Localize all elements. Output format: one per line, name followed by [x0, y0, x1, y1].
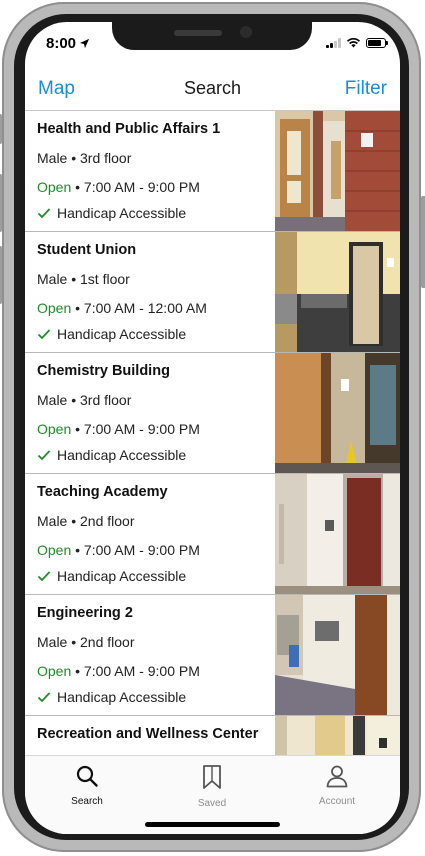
location-arrow-icon: [79, 38, 90, 49]
location-name: Health and Public Affairs 1: [37, 121, 221, 137]
location-photo[interactable]: [275, 474, 400, 594]
location-hours: Open • 7:00 AM - 12:00 AM: [37, 300, 207, 316]
list-item[interactable]: Student Union Male • 1st floor Open • 7:…: [25, 232, 400, 353]
wifi-icon: [346, 37, 361, 48]
list-item[interactable]: Teaching Academy Male • 2nd floor Open •…: [25, 474, 400, 595]
location-floor: Male • 3rd floor: [37, 392, 132, 408]
location-hours: Open • 7:00 AM - 9:00 PM: [37, 542, 200, 558]
checkmark-icon: [37, 692, 51, 703]
accessibility-label: Handicap Accessible: [57, 326, 187, 342]
location-floor: Male • 2nd floor: [37, 634, 135, 650]
accessibility-info: Handicap Accessible: [37, 447, 186, 463]
list-item[interactable]: Recreation and Wellness Center: [25, 716, 400, 756]
tab-label: Search: [71, 796, 103, 807]
speaker: [174, 30, 222, 36]
location-hours: Open • 7:00 AM - 9:00 PM: [37, 421, 200, 437]
location-name: Teaching Academy: [37, 484, 168, 500]
location-hours: Open • 7:00 AM - 9:00 PM: [37, 663, 200, 679]
location-photo[interactable]: [275, 111, 400, 231]
front-camera: [240, 26, 252, 38]
location-hours: Open • 7:00 AM - 9:00 PM: [37, 179, 200, 195]
screen: 8:00 Map Search Filter Health and Public…: [25, 22, 400, 834]
hours-text: • 7:00 AM - 9:00 PM: [71, 179, 200, 195]
power-button: [421, 196, 425, 288]
list-item[interactable]: Chemistry Building Male • 3rd floor Open…: [25, 353, 400, 474]
home-indicator[interactable]: [145, 822, 280, 827]
battery-icon: [366, 37, 388, 48]
status-time-text: 8:00: [46, 35, 77, 52]
tab-account[interactable]: Account: [287, 764, 387, 807]
accessibility-info: Handicap Accessible: [37, 689, 186, 705]
accessibility-info: Handicap Accessible: [37, 205, 186, 221]
location-name: Chemistry Building: [37, 363, 170, 379]
checkmark-icon: [37, 571, 51, 582]
navigation-bar: Map Search Filter: [25, 66, 400, 110]
open-status: Open: [37, 300, 72, 316]
accessibility-label: Handicap Accessible: [57, 447, 187, 463]
location-photo[interactable]: [275, 595, 400, 715]
location-floor: Male • 1st floor: [37, 271, 130, 287]
hours-text: • 7:00 AM - 9:00 PM: [71, 421, 200, 437]
list-item[interactable]: Engineering 2 Male • 2nd floor Open • 7:…: [25, 595, 400, 716]
location-name: Engineering 2: [37, 605, 133, 621]
location-photo[interactable]: [275, 232, 400, 352]
location-name: Recreation and Wellness Center: [37, 726, 259, 742]
open-status: Open: [37, 421, 72, 437]
hours-text: • 7:00 AM - 9:00 PM: [71, 663, 200, 679]
checkmark-icon: [37, 208, 51, 219]
accessibility-info: Handicap Accessible: [37, 568, 186, 584]
notch: [112, 22, 312, 50]
restroom-list[interactable]: Health and Public Affairs 1 Male • 3rd f…: [25, 110, 400, 756]
status-indicators: [326, 37, 388, 48]
hours-text: • 7:00 AM - 12:00 AM: [71, 300, 207, 316]
accessibility-info: Handicap Accessible: [37, 326, 186, 342]
cellular-signal-icon: [326, 37, 341, 48]
page-title: Search: [183, 78, 242, 98]
open-status: Open: [37, 179, 72, 195]
accessibility-label: Handicap Accessible: [57, 568, 187, 584]
accessibility-label: Handicap Accessible: [57, 205, 187, 221]
bookmark-icon: [203, 765, 221, 789]
tab-saved[interactable]: Saved: [162, 764, 262, 809]
filter-button[interactable]: Filter: [345, 78, 387, 100]
hours-text: • 7:00 AM - 9:00 PM: [71, 542, 200, 558]
location-floor: Male • 2nd floor: [37, 513, 135, 529]
location-name: Student Union: [37, 242, 137, 258]
location-photo[interactable]: [275, 716, 400, 756]
tab-search[interactable]: Search: [37, 764, 137, 807]
status-time: 8:00: [46, 35, 90, 52]
search-icon: [76, 765, 98, 787]
volume-down-button: [0, 246, 2, 304]
checkmark-icon: [37, 329, 51, 340]
open-status: Open: [37, 663, 72, 679]
location-floor: Male • 3rd floor: [37, 150, 132, 166]
location-photo[interactable]: [275, 353, 400, 473]
silent-switch: [0, 114, 2, 144]
checkmark-icon: [37, 450, 51, 461]
open-status: Open: [37, 542, 72, 558]
volume-up-button: [0, 174, 2, 232]
list-item[interactable]: Health and Public Affairs 1 Male • 3rd f…: [25, 111, 400, 232]
tab-label: Account: [318, 796, 356, 807]
tab-label: Saved: [197, 798, 227, 809]
accessibility-label: Handicap Accessible: [57, 689, 187, 705]
person-icon: [326, 765, 348, 788]
